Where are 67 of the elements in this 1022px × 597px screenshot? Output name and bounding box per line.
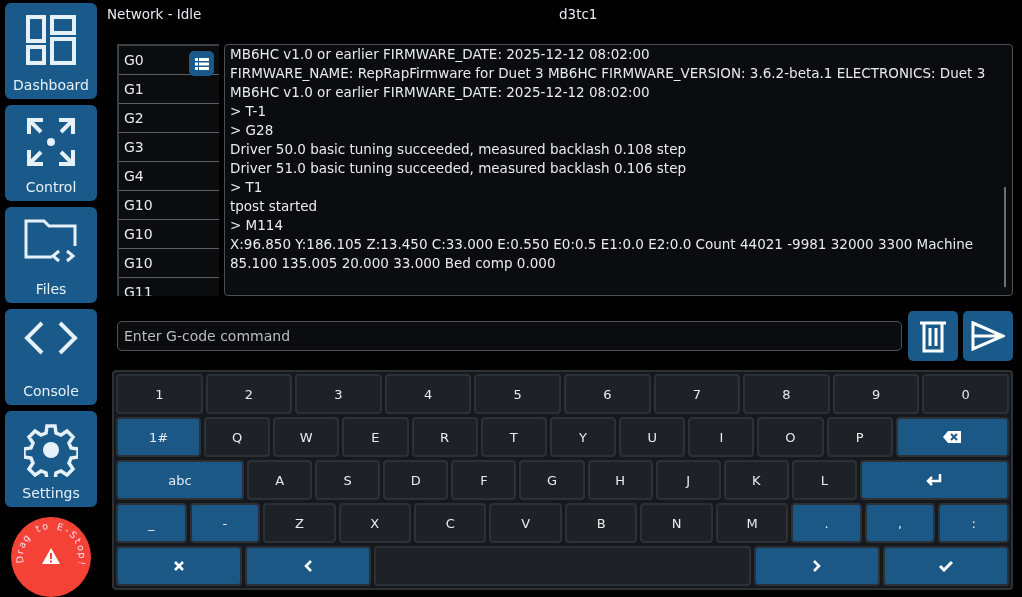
key[interactable]: L (791, 460, 857, 500)
key[interactable]: I (688, 417, 755, 457)
key[interactable]: 5 (474, 374, 561, 414)
key[interactable]: S (315, 460, 381, 500)
command-field[interactable]: Enter G-code command (117, 321, 902, 351)
console-line: Driver 51.0 basic tuning succeeded, measured backlash 0.106 step (230, 159, 688, 178)
key[interactable]: 9 (832, 374, 920, 414)
history-item[interactable]: G2 (119, 104, 219, 133)
key[interactable]: C (414, 503, 487, 543)
console-line: FIRMWARE_NAME: RepRapFirmware for Duet 3 MB6HC FIRMWARE_VERSION: 3.6.2-beta.1 ELECTRONICS: Duet 3 MB6HC v1.0 or earlier FIRMWARE_DATE: 2025-12-12 08:02:00 (230, 64, 987, 102)
console-line: tpost started (230, 197, 319, 216)
symbol-key[interactable]: _ (116, 503, 187, 543)
key[interactable]: X (338, 503, 412, 543)
console-line: > G28 (230, 121, 275, 140)
history-item[interactable]: G3 (119, 133, 219, 162)
symbol-key[interactable]: - (189, 503, 261, 543)
mode-key[interactable]: 1# (116, 417, 201, 457)
key[interactable]: K (723, 460, 789, 500)
history-item[interactable]: G10 (119, 249, 219, 278)
history-item[interactable]: G10 (119, 191, 219, 220)
console-line: X:96.850 Y:186.105 Z:13.450 C:33.000 E:0.550 E0:0.5 E1:0.0 E2:0.0 Count 44021 -9981 32000 3300 Machine 85.100 135.005 20.000 33.000 Bed comp 0.000 (230, 235, 975, 273)
key[interactable]: 0 (922, 374, 1009, 414)
key[interactable]: R (411, 417, 478, 457)
key[interactable]: F (451, 460, 517, 500)
key[interactable]: B (564, 503, 638, 543)
nav-button[interactable]: Settings (5, 411, 97, 507)
machine-name: d3tc1 (559, 6, 598, 22)
key[interactable]: 6 (563, 374, 651, 414)
console-line: > M114 (230, 216, 285, 235)
key[interactable]: 1 (116, 374, 203, 414)
history-item[interactable]: G4 (119, 162, 219, 191)
console-line: Driver 50.0 basic tuning succeeded, measured backlash 0.108 step (230, 140, 688, 159)
key[interactable]: U (619, 417, 686, 457)
symbol-key[interactable]: . (791, 503, 862, 543)
mode-key[interactable]: abc (116, 460, 245, 500)
nav-button[interactable]: Console (5, 309, 97, 405)
key[interactable]: E (342, 417, 409, 457)
symbol-key[interactable]: : (938, 503, 1009, 543)
console-line: > T-1 (230, 102, 268, 121)
nav-button[interactable]: Files (5, 207, 97, 303)
key[interactable]: Y (549, 417, 617, 457)
key[interactable]: H (587, 460, 653, 500)
key[interactable]: 2 (205, 374, 293, 414)
status-text: Network - Idle (107, 6, 202, 22)
key[interactable]: D (383, 460, 449, 500)
key[interactable]: 8 (743, 374, 830, 414)
key[interactable]: W (273, 417, 340, 457)
key[interactable]: 4 (384, 374, 472, 414)
key[interactable]: Z (263, 503, 336, 543)
key[interactable]: 7 (653, 374, 741, 414)
key[interactable]: G (519, 460, 585, 500)
nav-button[interactable]: Dashboard (5, 3, 97, 99)
key[interactable]: P (826, 417, 893, 457)
history-item[interactable]: G10 (119, 220, 219, 249)
key[interactable]: O (757, 417, 824, 457)
console-line: > T1 (230, 178, 264, 197)
symbol-key[interactable]: , (864, 503, 936, 543)
nav-button[interactable]: Control (5, 105, 97, 201)
key[interactable]: V (489, 503, 562, 543)
key[interactable]: J (655, 460, 721, 500)
key[interactable]: Q (204, 417, 271, 457)
key[interactable]: A (247, 460, 313, 500)
key[interactable]: N (640, 503, 713, 543)
console-line: MB6HC v1.0 or earlier FIRMWARE_DATE: 2025-12-12 08:02:00 (230, 45, 651, 64)
key[interactable]: M (715, 503, 789, 543)
key[interactable]: 3 (295, 374, 382, 414)
key[interactable]: T (480, 417, 547, 457)
